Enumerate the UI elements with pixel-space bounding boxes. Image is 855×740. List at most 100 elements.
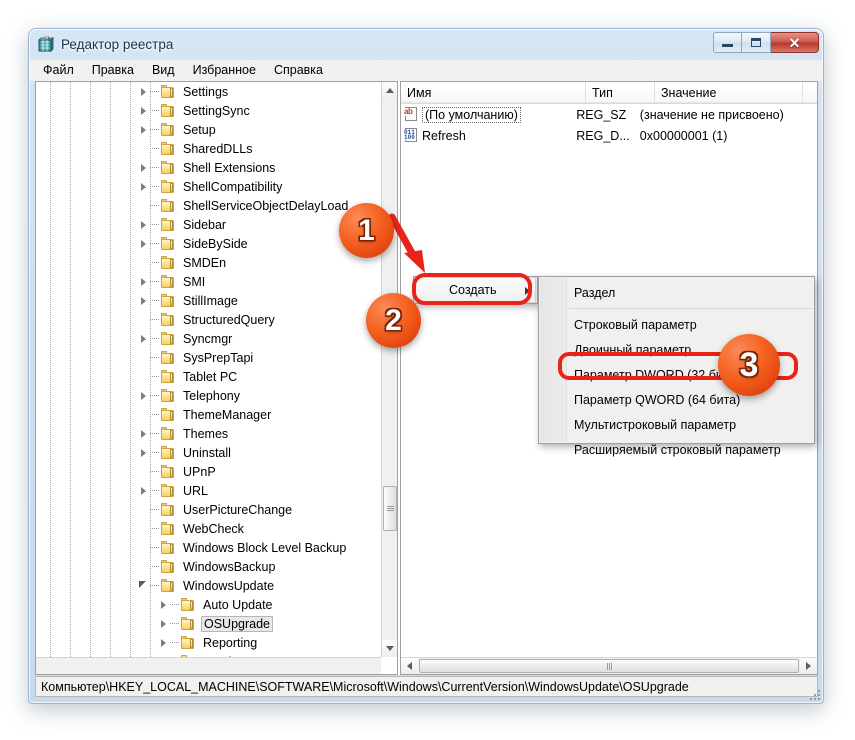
- tree-expand-icon[interactable]: [134, 424, 150, 443]
- tree-node[interactable]: Themes: [36, 424, 381, 443]
- tree-node[interactable]: SysPrepTapi: [36, 348, 381, 367]
- tree-expand-icon[interactable]: [134, 215, 150, 234]
- tree-collapse-icon[interactable]: [134, 576, 150, 595]
- tree-node[interactable]: WebCheck: [36, 519, 381, 538]
- tree-connector: [150, 205, 159, 207]
- tree-leaf-spacer: [134, 253, 150, 272]
- tree-expand-icon[interactable]: [134, 443, 150, 462]
- folder-icon: [160, 199, 176, 213]
- tree-node[interactable]: Windows Block Level Backup: [36, 538, 381, 557]
- tree-node[interactable]: OSUpgrade: [36, 614, 381, 633]
- tree-node-label: SideBySide: [181, 237, 250, 251]
- tree-node[interactable]: Reporting: [36, 633, 381, 652]
- tree-node[interactable]: Sidebar: [36, 215, 381, 234]
- minimize-button[interactable]: [713, 32, 742, 53]
- tree-connector: [170, 604, 179, 606]
- tree-expand-icon[interactable]: [154, 614, 170, 633]
- chevron-up-icon: [386, 88, 394, 93]
- tree-node-label: ShellCompatibility: [181, 180, 284, 194]
- tree-node[interactable]: Telephony: [36, 386, 381, 405]
- tree-node[interactable]: UserPictureChange: [36, 500, 381, 519]
- tree-expand-icon[interactable]: [134, 234, 150, 253]
- menu-help[interactable]: Справка: [265, 61, 332, 80]
- tree-node[interactable]: Tablet PC: [36, 367, 381, 386]
- registry-tree[interactable]: SettingsSettingSyncSetupSharedDLLs Shell …: [36, 82, 381, 657]
- tree-expand-icon[interactable]: [134, 120, 150, 139]
- tree-node[interactable]: Auto Update: [36, 595, 381, 614]
- tree-node[interactable]: SideBySide: [36, 234, 381, 253]
- tree-expand-icon[interactable]: [134, 177, 150, 196]
- tree-node[interactable]: Uninstall: [36, 443, 381, 462]
- tree-node[interactable]: URL: [36, 481, 381, 500]
- maximize-button[interactable]: [742, 32, 771, 53]
- submenu-item-key[interactable]: Раздел: [539, 280, 814, 305]
- tree-vertical-scrollbar[interactable]: [381, 82, 397, 657]
- menu-file[interactable]: Файл: [34, 61, 83, 80]
- column-header-label: Имя: [407, 86, 431, 100]
- tree-node[interactable]: WindowsBackup: [36, 557, 381, 576]
- minimize-icon: [722, 44, 733, 47]
- submenu-item-string-value[interactable]: Строковый параметр: [539, 312, 814, 337]
- tree-node[interactable]: SMDEn: [36, 253, 381, 272]
- tree-horizontal-scrollbar[interactable]: [36, 657, 381, 674]
- tree-node[interactable]: WindowsUpdate: [36, 576, 381, 595]
- tree-node[interactable]: ShellCompatibility: [36, 177, 381, 196]
- context-menu-item-new[interactable]: Создать: [415, 277, 536, 303]
- submenu-item-multi-string-value[interactable]: Мультистроковый параметр: [539, 412, 814, 437]
- submenu-separator: [569, 308, 812, 309]
- menu-favorites[interactable]: Избранное: [184, 61, 265, 80]
- tree-node[interactable]: Shell Extensions: [36, 158, 381, 177]
- column-name[interactable]: Имя: [401, 82, 586, 103]
- column-value[interactable]: Значение: [655, 82, 803, 103]
- tree-node[interactable]: SMI: [36, 272, 381, 291]
- tree-expand-icon[interactable]: [154, 633, 170, 652]
- tree-expand-icon[interactable]: [134, 291, 150, 310]
- folder-icon: [160, 408, 176, 422]
- tree-node[interactable]: ShellServiceObjectDelayLoad: [36, 196, 381, 215]
- tree-node[interactable]: StillImage: [36, 291, 381, 310]
- list-view-row[interactable]: 011100RefreshREG_D...0x00000001 (1): [401, 125, 817, 146]
- folder-icon: [160, 256, 176, 270]
- tree-expand-icon[interactable]: [134, 158, 150, 177]
- close-button[interactable]: ✕: [771, 32, 819, 53]
- tree-node[interactable]: StructuredQuery: [36, 310, 381, 329]
- folder-icon: [160, 275, 176, 289]
- tree-node-label: URL: [181, 484, 210, 498]
- values-horizontal-scrollbar[interactable]: [401, 657, 817, 674]
- tree-expand-icon[interactable]: [134, 481, 150, 500]
- tree-node[interactable]: Syncmgr: [36, 329, 381, 348]
- tree-expand-icon[interactable]: [134, 329, 150, 348]
- tree-expand-icon[interactable]: [134, 272, 150, 291]
- tree-node[interactable]: UPnP: [36, 462, 381, 481]
- title-bar[interactable]: Редактор реестра ✕: [29, 29, 823, 60]
- tree-node[interactable]: SharedDLLs: [36, 139, 381, 158]
- folder-icon: [160, 465, 176, 479]
- tree-expand-icon[interactable]: [134, 386, 150, 405]
- tree-node[interactable]: SettingSync: [36, 101, 381, 120]
- tree-node[interactable]: Settings: [36, 82, 381, 101]
- column-type[interactable]: Тип: [586, 82, 655, 103]
- tree-expand-icon[interactable]: [134, 82, 150, 101]
- menu-view[interactable]: Вид: [143, 61, 184, 80]
- values-scroll-right-button[interactable]: [800, 658, 817, 674]
- resize-grip-icon[interactable]: [809, 689, 820, 700]
- tree-node[interactable]: ThemeManager: [36, 405, 381, 424]
- tree-scroll-down-button[interactable]: [382, 640, 398, 657]
- menu-edit[interactable]: Правка: [83, 61, 143, 80]
- tree-scroll-thumb[interactable]: [383, 486, 397, 531]
- submenu-item-expandable-string-value[interactable]: Расширяемый строковый параметр: [539, 437, 814, 462]
- tree-connector: [150, 91, 159, 93]
- tree-scroll-up-button[interactable]: [382, 82, 398, 99]
- list-view-row[interactable]: ab(По умолчанию)REG_SZ(значение не присв…: [401, 104, 817, 125]
- submenu-item-qword-64bit[interactable]: Параметр QWORD (64 бита): [539, 387, 814, 412]
- tree-expand-icon[interactable]: [154, 595, 170, 614]
- tree-connector: [150, 262, 159, 264]
- context-menu[interactable]: Создать: [413, 276, 538, 304]
- submenu-item-label: Параметр QWORD (64 бита): [574, 393, 740, 407]
- folder-icon: [160, 541, 176, 555]
- tree-node-label: Shell Extensions: [181, 161, 277, 175]
- values-scroll-thumb[interactable]: [419, 659, 799, 673]
- tree-expand-icon[interactable]: [134, 101, 150, 120]
- tree-node[interactable]: Setup: [36, 120, 381, 139]
- values-scroll-left-button[interactable]: [401, 658, 418, 674]
